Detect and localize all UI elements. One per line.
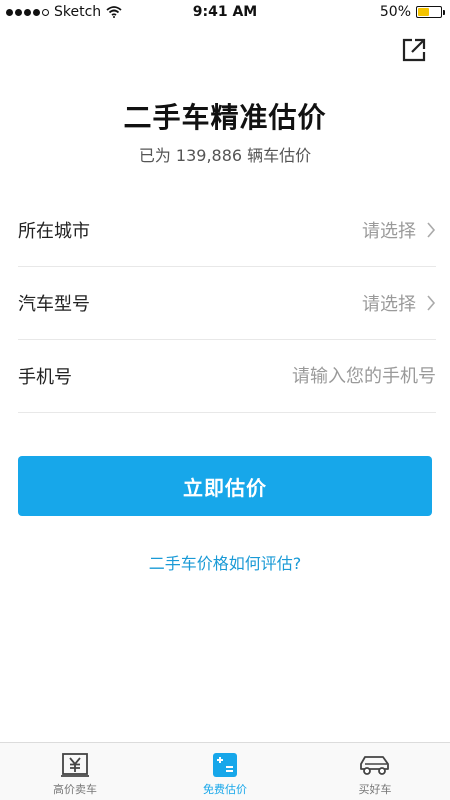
tab-sell-car[interactable]: 高价卖车	[0, 743, 150, 800]
tab-free-valuation[interactable]: 免费估价	[150, 743, 300, 800]
valuation-help-link[interactable]: 二手车价格如何评估?	[0, 550, 450, 574]
yuan-icon	[58, 751, 92, 779]
battery-icon	[416, 6, 445, 18]
model-selector-row[interactable]: 汽车型号 请选择	[18, 267, 436, 340]
model-label: 汽车型号	[18, 294, 90, 315]
calculator-icon	[208, 751, 242, 779]
tab-bar: 高价卖车 免费估价 买好车	[0, 742, 450, 800]
city-value: 请选择	[362, 221, 416, 242]
chevron-right-icon	[427, 295, 436, 311]
valuation-form: 所在城市 请选择 汽车型号 请选择 手机号	[18, 194, 436, 413]
tab-label: 买好车	[358, 783, 392, 796]
status-right: 50%	[379, 4, 445, 20]
phone-input[interactable]	[216, 365, 436, 387]
battery-level	[418, 8, 429, 16]
tab-buy-car[interactable]: 买好车	[300, 743, 450, 800]
city-selector-row[interactable]: 所在城市 请选择	[18, 194, 436, 267]
page-subtitle: 已为 139,886 辆车估价	[138, 146, 312, 165]
page-title: 二手车精准估价	[123, 101, 327, 134]
tab-label: 高价卖车	[53, 783, 97, 796]
chevron-right-icon	[427, 222, 436, 238]
model-value: 请选择	[362, 294, 416, 315]
status-bar: Sketch 9:41 AM 50%	[0, 0, 450, 26]
phone-label: 手机号	[18, 367, 72, 388]
estimate-now-button[interactable]: 立即估价	[18, 456, 432, 516]
model-selector[interactable]: 请选择	[362, 290, 436, 316]
city-selector[interactable]: 请选择	[362, 217, 436, 243]
car-icon	[358, 751, 392, 779]
phone-row: 手机号	[18, 340, 436, 413]
tab-label: 免费估价	[203, 783, 247, 796]
city-label: 所在城市	[18, 221, 90, 242]
battery-percentage: 50%	[379, 4, 411, 20]
share-icon[interactable]	[400, 36, 428, 64]
